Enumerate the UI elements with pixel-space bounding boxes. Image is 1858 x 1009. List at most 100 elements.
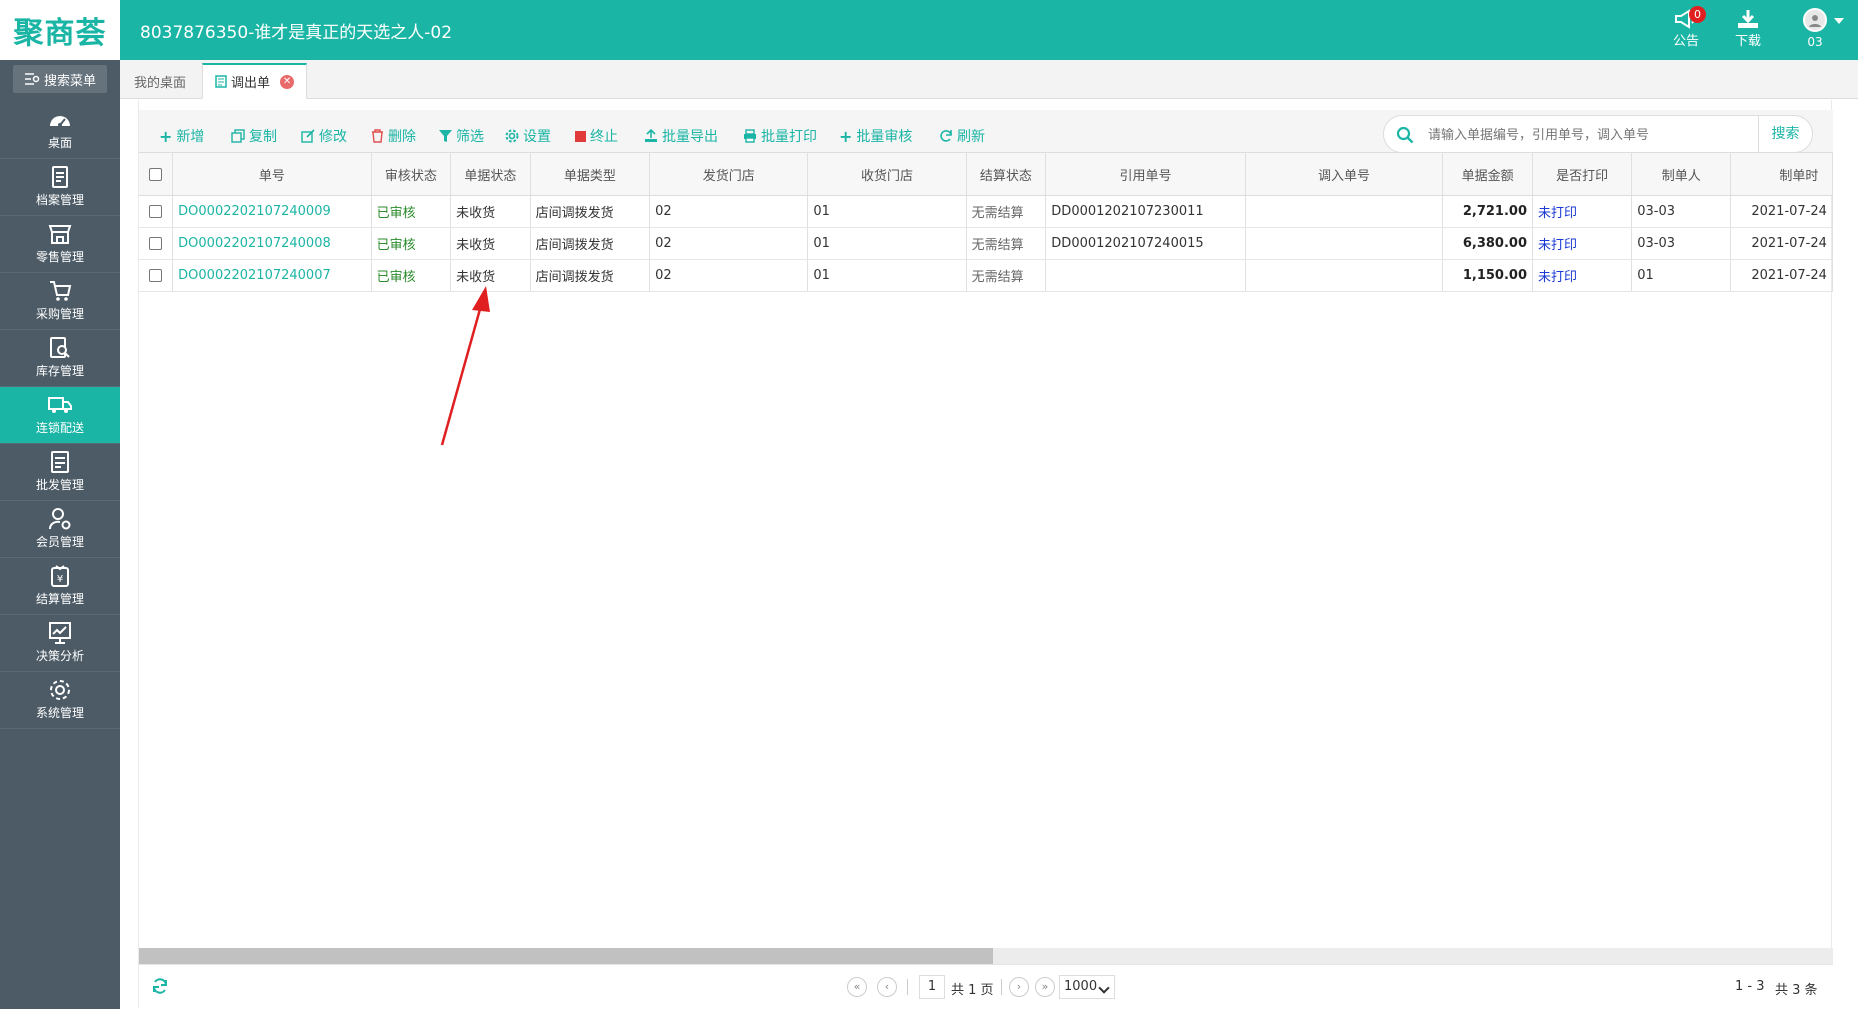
sidebar-item-retail[interactable]: 零售管理	[0, 216, 120, 273]
transfer-in-number	[1245, 259, 1444, 292]
add-button[interactable]: + 新增	[159, 126, 204, 146]
stop-icon	[575, 130, 586, 142]
search-input[interactable]	[1428, 124, 1738, 146]
row-checkbox-cell[interactable]	[139, 259, 174, 292]
amount: 6,380.00	[1442, 227, 1533, 260]
last-page-button[interactable]: »	[1035, 977, 1055, 997]
terminate-button[interactable]: 终止	[575, 126, 618, 146]
first-page-button[interactable]: «	[847, 977, 867, 997]
scrollbar-thumb[interactable]	[139, 948, 993, 964]
batch-audit-button[interactable]: + 批量审核	[839, 126, 912, 146]
col-header[interactable]: 发货门店	[649, 152, 809, 196]
record-range: 1 - 3	[1735, 979, 1765, 994]
search-button[interactable]: 搜索	[1758, 116, 1812, 152]
search-menu-button[interactable]: 搜索菜单	[13, 65, 107, 93]
settings-button[interactable]: 设置	[505, 126, 551, 146]
page-size-select[interactable]: 1000	[1059, 975, 1115, 999]
audit-status: 已审核	[371, 195, 452, 228]
sidebar-item-chain-delivery[interactable]: 连锁配送	[0, 387, 120, 444]
announcement-button[interactable]: 0 公告	[1661, 6, 1711, 54]
tab-my-desktop[interactable]: 我的桌面	[122, 63, 198, 99]
record-count: 共 3 条	[1775, 983, 1818, 998]
row-checkbox[interactable]	[149, 269, 163, 282]
refresh-button[interactable]: 刷新	[939, 126, 985, 146]
user-menu[interactable]: 03	[1790, 8, 1844, 54]
order-number-link[interactable]: DO0002202107240008	[172, 227, 372, 260]
add-label: 新增	[176, 129, 205, 145]
col-header[interactable]: 单号	[172, 152, 372, 196]
sidebar-item-label: 采购管理	[35, 307, 84, 321]
table-row[interactable]: DO0002202107240008 已审核 未收货 店间调拨发货 02 01 …	[139, 227, 1833, 260]
download-label: 下载	[1734, 34, 1761, 49]
batch-export-button[interactable]: 批量导出	[644, 126, 718, 146]
order-number-link[interactable]: DO0002202107240007	[172, 259, 372, 292]
close-icon[interactable]: ✕	[280, 74, 295, 89]
copy-button[interactable]: 复制	[231, 126, 277, 146]
sidebar-item-desktop[interactable]: 桌面	[0, 102, 120, 159]
col-header[interactable]: 审核状态	[371, 152, 452, 196]
tab-transfer-out[interactable]: 调出单 ✕	[202, 63, 308, 99]
creator: 01	[1631, 259, 1732, 292]
edit-label: 修改	[319, 129, 347, 145]
delete-button[interactable]: 删除	[371, 126, 416, 146]
sidebar: 搜索菜单 桌面 档案管理 零售管理 采购管理 库存管理 连锁配送 批发管理 会员…	[0, 60, 120, 1009]
row-checkbox-cell[interactable]	[139, 195, 174, 228]
filter-label: 筛选	[456, 129, 484, 145]
col-header[interactable]: 制单时	[1730, 152, 1833, 196]
order-number-link[interactable]: DO0002202107240009	[172, 195, 372, 228]
sidebar-item-label: 连锁配送	[35, 421, 84, 435]
col-header[interactable]: 单据状态	[450, 152, 531, 196]
print-status: 未打印	[1532, 259, 1633, 292]
col-header[interactable]: 是否打印	[1532, 152, 1633, 196]
created-time: 2021-07-24	[1730, 195, 1833, 228]
row-checkbox-cell[interactable]	[139, 227, 174, 260]
export-icon	[645, 129, 657, 142]
select-all-checkbox-cell[interactable]	[139, 152, 174, 196]
table-row[interactable]: DO0002202107240009 已审核 未收货 店间调拨发货 02 01 …	[139, 195, 1833, 228]
receive-store: 01	[807, 259, 967, 292]
col-header[interactable]: 调入单号	[1245, 152, 1444, 196]
page-number-input[interactable]: 1	[919, 975, 945, 999]
col-header[interactable]: 单据类型	[530, 152, 651, 196]
print-status: 未打印	[1532, 227, 1633, 260]
search-box: 搜索	[1383, 115, 1813, 153]
document-icon	[215, 75, 227, 88]
sidebar-item-archive[interactable]: 档案管理	[0, 159, 120, 216]
sidebar-item-member[interactable]: 会员管理	[0, 501, 120, 558]
row-checkbox[interactable]	[149, 205, 163, 218]
plus-icon: +	[159, 126, 173, 146]
app-logo[interactable]: 聚商荟	[0, 0, 120, 60]
table-row[interactable]: DO0002202107240007 已审核 未收货 店间调拨发货 02 01 …	[139, 259, 1833, 292]
avatar	[1803, 8, 1827, 32]
select-all-checkbox[interactable]	[149, 167, 163, 181]
chevron-down-icon	[1834, 18, 1844, 24]
col-header[interactable]: 单据金额	[1442, 152, 1533, 196]
filter-button[interactable]: 筛选	[439, 126, 484, 146]
sidebar-item-inventory[interactable]: 库存管理	[0, 330, 120, 387]
col-header[interactable]: 收货门店	[807, 152, 967, 196]
gear-icon	[505, 129, 519, 143]
col-header[interactable]: 制单人	[1631, 152, 1732, 196]
sidebar-item-settlement[interactable]: ¥ 结算管理	[0, 558, 120, 615]
divider	[1001, 979, 1002, 995]
doc-type: 店间调拨发货	[530, 259, 651, 292]
sidebar-item-purchase[interactable]: 采购管理	[0, 273, 120, 330]
batch-print-label: 批量打印	[761, 129, 817, 145]
sidebar-item-label: 零售管理	[35, 250, 84, 264]
sidebar-item-system[interactable]: 系统管理	[0, 672, 120, 729]
col-header[interactable]: 引用单号	[1045, 152, 1246, 196]
transfer-in-number	[1245, 195, 1444, 228]
edit-button[interactable]: 修改	[301, 126, 347, 146]
announcement-badge: 0	[1689, 6, 1706, 23]
horizontal-scrollbar[interactable]	[139, 948, 1833, 964]
download-button[interactable]: 下载	[1723, 8, 1773, 54]
sidebar-item-wholesale[interactable]: 批发管理	[0, 444, 120, 501]
row-checkbox[interactable]	[149, 237, 163, 250]
prev-page-button[interactable]: ‹	[877, 977, 897, 997]
svg-text:¥: ¥	[57, 574, 63, 585]
next-page-button[interactable]: ›	[1009, 977, 1029, 997]
refresh-icon[interactable]	[151, 977, 169, 995]
sidebar-item-analysis[interactable]: 决策分析	[0, 615, 120, 672]
col-header[interactable]: 结算状态	[966, 152, 1047, 196]
batch-print-button[interactable]: 批量打印	[743, 126, 817, 146]
